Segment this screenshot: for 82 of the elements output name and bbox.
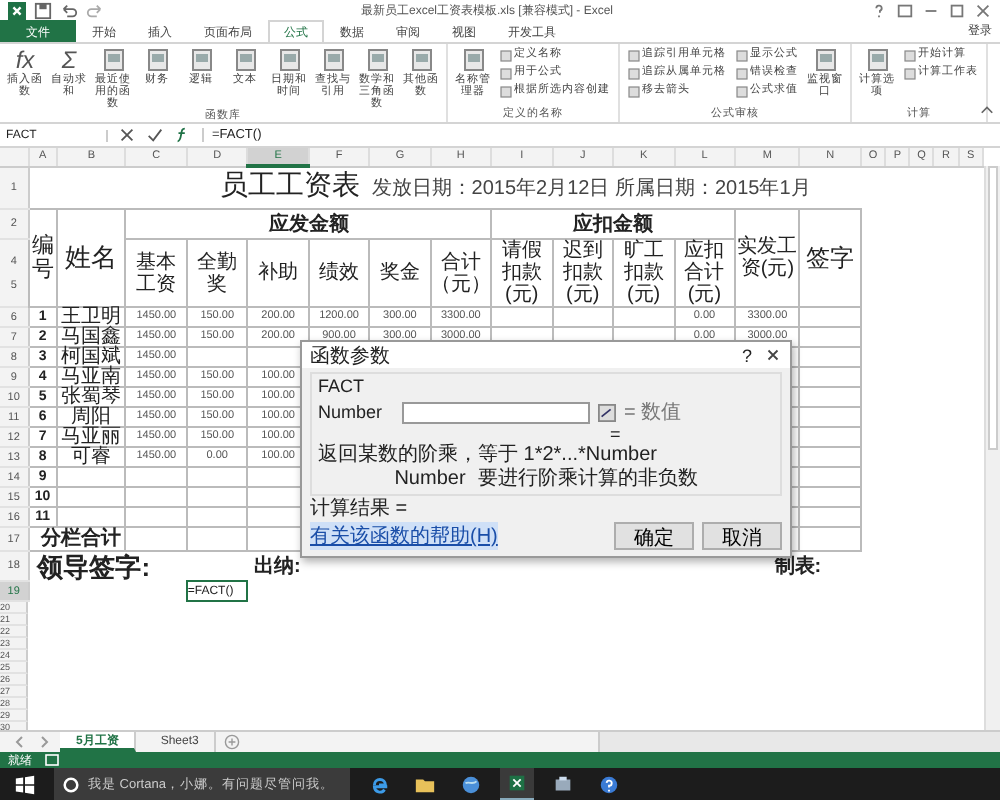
table-cell: 张蜀琴 [61, 386, 122, 408]
function-description: 返回某数的阶乘，等于 1*2*...*Number [318, 444, 659, 467]
table-cell: 马国鑫 [61, 326, 122, 348]
document-icon [461, 48, 485, 72]
document-icon [233, 48, 257, 72]
square-icon [500, 67, 512, 79]
cancel-icon[interactable] [118, 126, 136, 144]
document-icon [145, 48, 169, 72]
square-icon [904, 49, 916, 61]
excel-app-icon[interactable] [500, 768, 534, 800]
table-header: 实发工资(元) [734, 209, 800, 307]
previous-sheet-icon[interactable] [12, 734, 28, 750]
argument-result: = 数值 [624, 400, 682, 426]
table-header: 应扣金额 [491, 209, 735, 239]
table-header: 基本工资 [125, 239, 187, 307]
table-header: 姓名 [56, 209, 126, 307]
document-icon [321, 48, 345, 72]
cancel-button[interactable]: 取消 [702, 522, 782, 550]
signature-label: 出纳: [253, 556, 301, 578]
help-link[interactable]: 有关该函数的帮助(H) [310, 522, 498, 550]
close-icon[interactable] [974, 1, 992, 19]
table-cell: 柯国斌 [61, 346, 122, 368]
formula-result: 计算结果 = [310, 498, 410, 520]
document-icon [813, 48, 837, 72]
dialog-title: 函数参数 [310, 343, 390, 369]
save-icon[interactable] [34, 1, 52, 19]
document-icon [277, 48, 301, 72]
square-icon [736, 85, 748, 97]
ok-button[interactable]: 确定 [614, 522, 694, 550]
table-cell: 王卫明 [61, 306, 122, 328]
document-icon [865, 48, 889, 72]
square-icon [628, 85, 640, 97]
document-icon [409, 48, 433, 72]
signature-label: 领导签字: [37, 551, 151, 582]
sheet-title: 员工工资表 [219, 168, 360, 200]
square-icon [736, 67, 748, 79]
document-icon [101, 48, 125, 72]
undo-icon[interactable] [60, 1, 78, 19]
table-header: 迟到扣款(元) [552, 239, 614, 307]
table-cell: 可睿 [71, 446, 112, 468]
square-icon [736, 49, 748, 61]
collapse-ribbon-icon[interactable] [980, 104, 994, 118]
function-name: FACT [318, 376, 367, 398]
table-header: 合计（元） [430, 239, 492, 307]
table-cell: 马亚南 [61, 366, 122, 388]
table-header: 签字 [799, 209, 861, 307]
ribbon-display-icon[interactable] [896, 1, 914, 19]
table-cell: 分栏合计 [41, 527, 122, 549]
vertical-scrollbar[interactable] [984, 166, 1000, 730]
table-header: 全勤奖 [186, 239, 248, 307]
document-icon [365, 48, 389, 72]
add-sheet-icon[interactable] [224, 734, 241, 750]
table-header: 补助 [247, 239, 309, 307]
date-text: 发放日期：2015年2月12日 所属日期：2015年1月 [371, 178, 811, 200]
square-icon [904, 67, 916, 79]
argument-description: 要进行阶乘计算的非负数 [477, 468, 698, 492]
table-header: 应扣合计(元) [674, 239, 735, 307]
argument-label: Number [318, 402, 385, 422]
square-icon [628, 49, 640, 61]
result-equals: = [610, 426, 623, 444]
next-sheet-icon[interactable] [36, 734, 52, 750]
argument-name: Number [394, 468, 466, 492]
table-header: 奖金 [369, 239, 431, 307]
table-header: 绩效 [308, 239, 370, 307]
table-cell: 马亚丽 [61, 426, 122, 448]
help-button[interactable]: ? [741, 345, 752, 365]
square-icon [500, 49, 512, 61]
close-icon[interactable] [764, 346, 782, 364]
document-icon [189, 48, 213, 72]
maximize-icon[interactable] [948, 1, 966, 19]
table-header: 请假扣款(元) [491, 239, 553, 307]
horizontal-scrollbar[interactable] [598, 732, 1000, 752]
table-cell: 周阳 [71, 406, 112, 428]
macro-record-icon[interactable] [44, 752, 60, 768]
square-icon [500, 85, 512, 97]
square-icon [628, 67, 640, 79]
argument-field[interactable] [402, 401, 590, 423]
table-header: 应发金额 [125, 209, 492, 239]
table-header: 旷工扣款(元) [613, 239, 674, 307]
collapse-dialog-icon[interactable] [598, 403, 616, 421]
check-icon[interactable] [146, 126, 164, 144]
circle-icon [62, 775, 80, 793]
